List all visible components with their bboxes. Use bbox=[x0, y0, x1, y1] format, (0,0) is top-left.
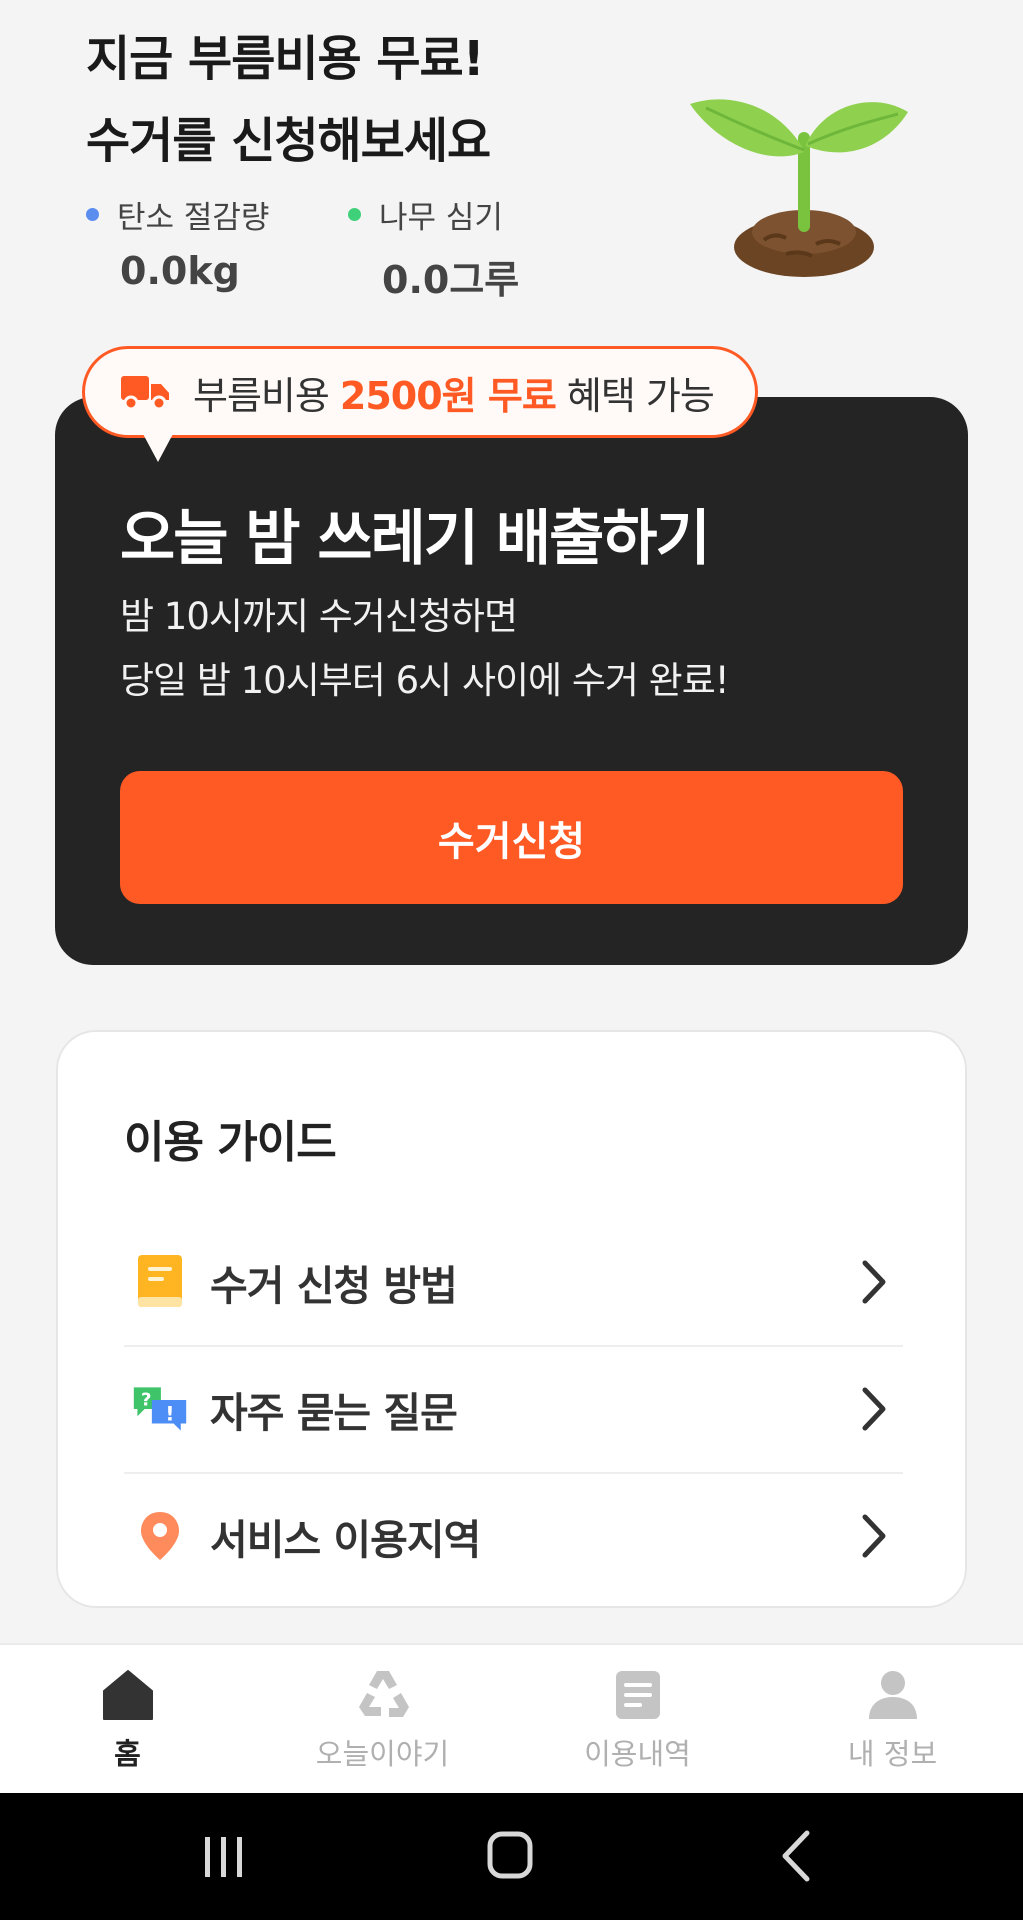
book-icon bbox=[132, 1254, 188, 1310]
nav-tab-label: 내 정보 bbox=[847, 1737, 938, 1771]
guide-item-label: 서비스 이용지역 bbox=[210, 1516, 481, 1564]
user-icon bbox=[868, 1671, 917, 1719]
location-pin-icon bbox=[132, 1508, 188, 1564]
hero-title-line2: 수거를 신청해보세요 bbox=[86, 113, 491, 169]
back-icon[interactable] bbox=[757, 1821, 837, 1891]
promo-prefix: 부름비용 bbox=[193, 373, 340, 418]
nav-tab-my-info[interactable]: 내 정보 bbox=[765, 1645, 1020, 1795]
tree-planting-label: 나무 심기 bbox=[379, 200, 503, 236]
promo-bubble-tail bbox=[142, 432, 174, 462]
promo-suffix: 혜택 가능 bbox=[555, 373, 715, 418]
system-navigation-bar bbox=[0, 1793, 1023, 1920]
description-line2: 당일 밤 10시부터 6시 사이에 수거 완료! bbox=[120, 659, 730, 702]
nav-tab-label: 오늘이야기 bbox=[315, 1737, 450, 1771]
carbon-reduction-label: 탄소 절감량 bbox=[117, 200, 270, 236]
promo-bubble: 부름비용 2500원 무료 혜택 가능 bbox=[82, 346, 758, 438]
hero-title: 지금 부름비용 무료! 수거를 신청해보세요 bbox=[86, 18, 491, 182]
home-circle-icon[interactable] bbox=[470, 1821, 550, 1891]
truck-icon bbox=[121, 376, 169, 410]
guide-item-label: 자주 묻는 질문 bbox=[210, 1389, 458, 1437]
usage-guide-card: 이용 가이드 수거 신청 방법 ? ! 자주 묻는 질문 서비스 이용지역 bbox=[56, 1030, 967, 1608]
nav-tab-history[interactable]: 이용내역 bbox=[510, 1645, 765, 1795]
blue-dot-icon bbox=[86, 208, 99, 221]
collection-card-title: 오늘 밤 쓰레기 배출하기 bbox=[120, 504, 711, 574]
svg-text:?: ? bbox=[141, 1389, 151, 1410]
chevron-right-icon bbox=[862, 1514, 886, 1558]
carbon-reduction-value: 0.0kg bbox=[120, 249, 240, 293]
chevron-right-icon bbox=[862, 1387, 886, 1431]
guide-item-how-to-request[interactable]: 수거 신청 방법 bbox=[124, 1219, 903, 1345]
guide-item-faq[interactable]: ? ! 자주 묻는 질문 bbox=[124, 1346, 903, 1472]
description-line1: 밤 10시까지 수거신청하면 bbox=[120, 595, 518, 638]
promo-highlight: 2500원 무료 bbox=[339, 373, 557, 418]
request-collection-button[interactable]: 수거신청 bbox=[120, 771, 903, 904]
svg-text:!: ! bbox=[165, 1403, 174, 1426]
tree-planting-stat: 나무 심기 0.0그루 bbox=[348, 192, 519, 304]
carbon-reduction-stat: 탄소 절감량 0.0kg bbox=[86, 192, 269, 293]
nav-tab-today-story[interactable]: 오늘이야기 bbox=[255, 1645, 510, 1795]
hero-section: 지금 부름비용 무료! 수거를 신청해보세요 탄소 절감량 0.0kg 나무 심… bbox=[0, 0, 1023, 330]
home-icon bbox=[102, 1670, 153, 1720]
nav-tab-label: 이용내역 bbox=[584, 1737, 691, 1771]
recent-apps-icon[interactable] bbox=[183, 1821, 263, 1891]
bottom-navigation: 홈 오늘이야기 이용내역 내 정보 bbox=[0, 1643, 1023, 1793]
nav-tab-home[interactable]: 홈 bbox=[0, 1645, 255, 1795]
nav-tab-label: 홈 bbox=[114, 1737, 141, 1771]
tree-planting-value: 0.0그루 bbox=[382, 258, 520, 302]
collection-card-description: 밤 10시까지 수거신청하면 당일 밤 10시부터 6시 사이에 수거 완료! bbox=[120, 585, 730, 713]
recycle-icon bbox=[358, 1671, 409, 1717]
usage-guide-title: 이용 가이드 bbox=[124, 1117, 337, 1168]
chevron-right-icon bbox=[862, 1260, 886, 1304]
faq-chat-icon: ? ! bbox=[132, 1381, 188, 1437]
document-icon bbox=[615, 1671, 660, 1719]
guide-item-label: 수거 신청 방법 bbox=[210, 1262, 458, 1310]
sprout-icon bbox=[690, 99, 908, 277]
green-dot-icon bbox=[348, 208, 361, 221]
guide-item-service-area[interactable]: 서비스 이용지역 bbox=[124, 1473, 903, 1599]
hero-title-line1: 지금 부름비용 무료! bbox=[86, 31, 485, 87]
